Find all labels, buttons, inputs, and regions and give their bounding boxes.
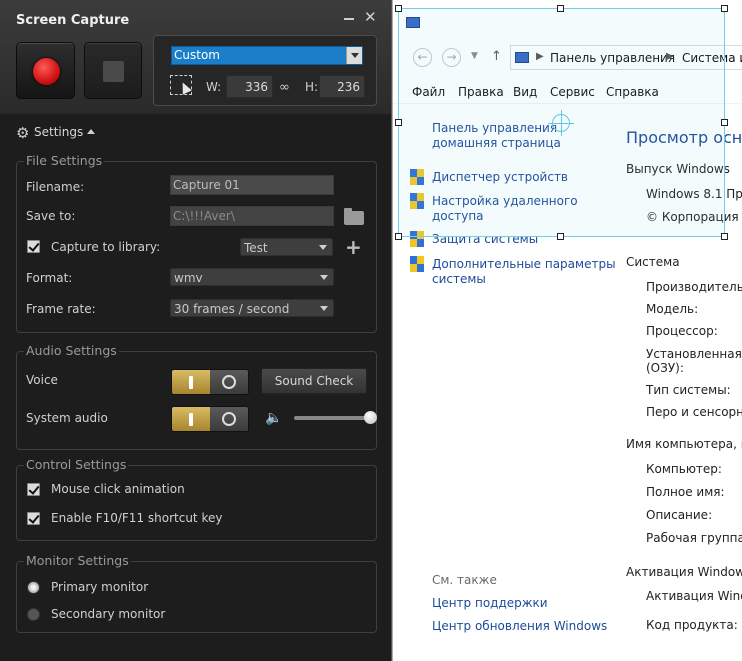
- control-settings-heading: Control Settings: [24, 457, 129, 472]
- info-label: Полное имя:: [646, 485, 725, 499]
- info-label: Рабочая группа:: [646, 531, 742, 545]
- sound-check-button[interactable]: Sound Check: [261, 368, 367, 394]
- see-also-link[interactable]: Центр поддержки: [432, 596, 548, 610]
- library-dropdown[interactable]: Test: [240, 238, 333, 256]
- audio-settings-group: [16, 351, 377, 450]
- secondary-monitor-radio[interactable]: [27, 608, 40, 621]
- frame-rate-dropdown[interactable]: 30 frames / second: [170, 299, 334, 317]
- resize-handle[interactable]: [721, 233, 728, 240]
- info-label: Компьютер:: [646, 462, 722, 476]
- capture-header: Screen Capture ✕ Custom W: 336 ∞ H: 236: [0, 0, 391, 114]
- volume-slider[interactable]: [294, 411, 377, 424]
- resize-handle[interactable]: [395, 119, 402, 126]
- secondary-monitor-label: Secondary monitor: [51, 607, 166, 621]
- shield-icon: [410, 256, 424, 272]
- info-label: Производитель:: [646, 280, 742, 294]
- record-icon: [33, 58, 60, 85]
- folder-icon[interactable]: [344, 208, 364, 225]
- height-label: H:: [305, 80, 319, 94]
- gear-icon: ⚙: [16, 124, 30, 142]
- minimize-icon: [344, 18, 354, 20]
- shortcut-key-label: Enable F10/F11 shortcut key: [51, 511, 223, 525]
- minimize-button[interactable]: [343, 12, 355, 24]
- format-label: Format:: [26, 271, 73, 285]
- primary-monitor-label: Primary monitor: [51, 580, 149, 594]
- filename-input[interactable]: Capture 01: [170, 175, 334, 195]
- add-library-icon[interactable]: +: [345, 237, 362, 257]
- audio-settings-heading: Audio Settings: [24, 343, 119, 358]
- capture-area-box: Custom W: 336 ∞ H: 236: [153, 35, 377, 106]
- chevron-up-icon: [87, 129, 96, 134]
- frame-rate-label: Frame rate:: [26, 302, 96, 316]
- section-label: Имя компьютера, им: [626, 437, 742, 451]
- window-title: Screen Capture: [16, 13, 130, 28]
- see-also-label: См. также: [432, 573, 497, 587]
- system-audio-label: System audio: [26, 411, 108, 425]
- primary-monitor-radio[interactable]: [27, 581, 40, 594]
- settings-label: Settings: [34, 125, 84, 139]
- monitor-settings-group: [16, 561, 377, 633]
- mouse-click-animation-checkbox[interactable]: [27, 483, 40, 496]
- info-label: Тип системы:: [646, 383, 731, 397]
- crosshair-move-icon[interactable]: [548, 110, 574, 136]
- record-button[interactable]: [16, 42, 75, 99]
- info-label: (ОЗУ):: [646, 361, 684, 375]
- speaker-icon: 🔈: [265, 410, 283, 426]
- select-region-icon[interactable]: [170, 75, 192, 95]
- voice-toggle[interactable]: [171, 369, 249, 395]
- close-button[interactable]: ✕: [364, 10, 377, 25]
- section-label: Активация Windows: [626, 565, 742, 579]
- format-dropdown[interactable]: wmv: [170, 268, 334, 286]
- file-settings-heading: File Settings: [24, 153, 105, 168]
- filename-label: Filename:: [26, 180, 85, 194]
- volume-slider-thumb[interactable]: [364, 411, 377, 424]
- chevron-down-icon[interactable]: [346, 47, 362, 64]
- stop-button[interactable]: [84, 42, 142, 99]
- resize-handle[interactable]: [721, 119, 728, 126]
- control-settings-group: [16, 465, 377, 541]
- resize-handle[interactable]: [557, 5, 564, 12]
- info-label: Активация Windo: [646, 589, 742, 603]
- info-label: Модель:: [646, 302, 699, 316]
- save-to-input[interactable]: C:\!!!Aver\: [170, 206, 334, 226]
- info-label: Процессор:: [646, 324, 718, 338]
- height-input[interactable]: 236: [319, 75, 365, 98]
- see-also-link[interactable]: Центр обновления Windows: [432, 619, 607, 633]
- section-label: Система: [626, 255, 680, 269]
- info-label: Код продукта: 00: [646, 618, 742, 632]
- width-label: W:: [206, 80, 222, 94]
- voice-label: Voice: [26, 373, 58, 387]
- sidebar-link-advanced[interactable]: Дополнительные параметры системы: [432, 257, 616, 287]
- resize-handle[interactable]: [721, 5, 728, 12]
- resize-handle[interactable]: [557, 233, 564, 240]
- capture-to-library-label: Capture to library:: [51, 240, 161, 254]
- mouse-click-animation-label: Mouse click animation: [51, 482, 185, 496]
- link-aspect-icon[interactable]: ∞: [279, 80, 290, 95]
- info-label: Перо и сенсорны: [646, 405, 742, 419]
- width-input[interactable]: 336: [226, 75, 273, 98]
- sidebar-link-label: Дополнительные параметры: [432, 257, 616, 271]
- stop-icon: [103, 61, 124, 82]
- capture-preset-dropdown[interactable]: Custom: [171, 46, 363, 65]
- monitor-settings-heading: Monitor Settings: [24, 553, 131, 568]
- info-label: Описание:: [646, 508, 713, 522]
- resize-handle[interactable]: [395, 233, 402, 240]
- info-label: Установленная па: [646, 347, 742, 361]
- save-to-label: Save to:: [26, 209, 76, 223]
- screen-capture-panel: Screen Capture ✕ Custom W: 336 ∞ H: 236 …: [0, 0, 392, 661]
- shortcut-key-checkbox[interactable]: [27, 512, 40, 525]
- system-audio-toggle[interactable]: [171, 406, 249, 432]
- resize-handle[interactable]: [395, 5, 402, 12]
- settings-toggle[interactable]: ⚙ Settings: [16, 124, 96, 142]
- preset-value: Custom: [174, 48, 220, 62]
- capture-to-library-checkbox[interactable]: [27, 240, 40, 253]
- sidebar-link-label: системы: [432, 272, 486, 286]
